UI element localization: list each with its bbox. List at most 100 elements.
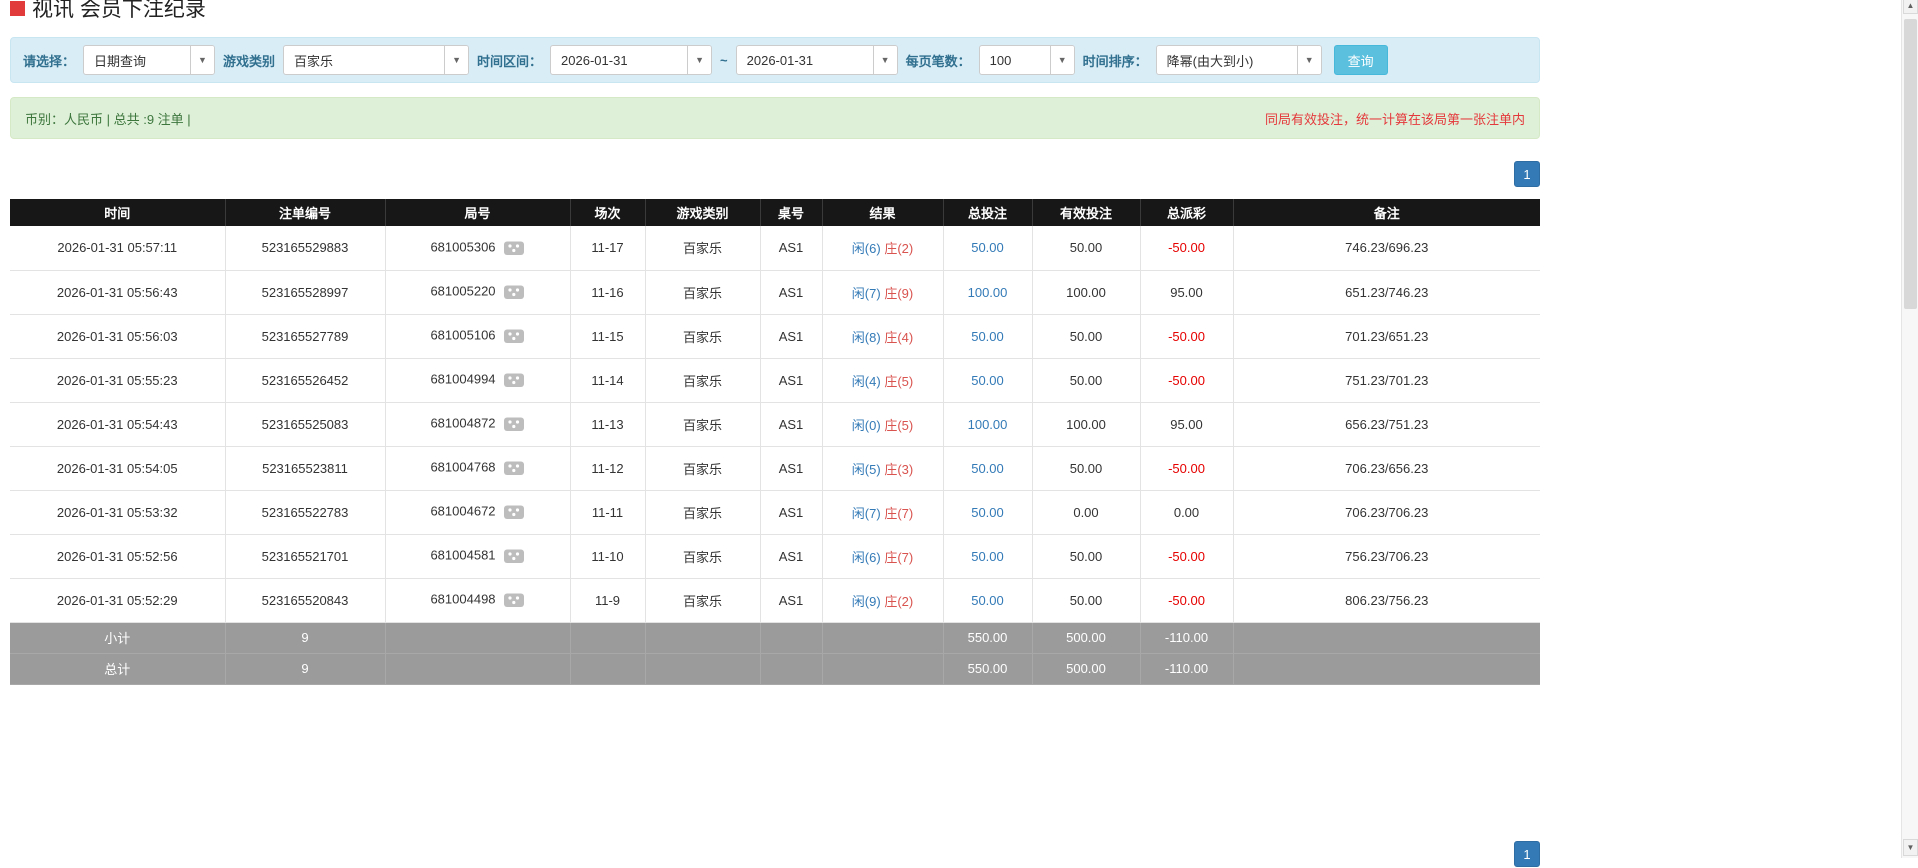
cell-payout: -50.00 <box>1139 314 1234 359</box>
total-bet-link[interactable]: 50.00 <box>971 549 1004 564</box>
cell-table-no: AS1 <box>759 314 823 359</box>
total-row-cell-session <box>569 652 646 685</box>
cell-valid-bet: 0.00 <box>1031 490 1141 535</box>
cell-bet-id: 523165529883 <box>224 226 386 271</box>
filter-bar: 请选择： 日期查询 ▼ 游戏类别 百家乐 ▼ 时间区间： 2026-01-31 … <box>10 37 1540 83</box>
round-video-icon[interactable] <box>503 547 525 565</box>
table-row: 2026-01-31 05:56:43 523165528997 681005220… <box>10 270 1540 315</box>
cell-valid-bet: 100.00 <box>1031 402 1141 447</box>
result-player: 闲(6) <box>851 241 881 257</box>
currency-summary-text: 币别：人民币 | 总共 :9 注单 | <box>25 111 191 127</box>
table-row: 2026-01-31 05:52:56 523165521701 681004581… <box>10 534 1540 579</box>
round-id-text: 681005106 <box>430 327 496 343</box>
summary-bar: 币别：人民币 | 总共 :9 注单 | 同局有效投注，统一计算在该局第一张注单内 <box>10 97 1540 139</box>
total-row-cell-payout: -110.00 <box>1139 652 1234 685</box>
round-id-text: 681005220 <box>430 283 496 299</box>
result-banker: 庄(7) <box>884 505 914 521</box>
round-id-text: 681004872 <box>430 415 496 431</box>
table-row: 2026-01-31 05:52:29 523165520843 681004498… <box>10 578 1540 623</box>
cell-result: 闲(6) 庄(7) <box>821 534 944 579</box>
cell-table-no: AS1 <box>759 402 823 447</box>
subtotal-row-cell-valid-bet: 500.00 <box>1031 621 1141 654</box>
result-banker: 庄(9) <box>884 285 914 301</box>
subtotal-row-cell-total-bet: 550.00 <box>942 621 1033 654</box>
round-video-icon[interactable] <box>503 371 525 389</box>
cell-time: 2026-01-31 05:52:56 <box>10 534 226 579</box>
cell-time: 2026-01-31 05:56:03 <box>10 314 226 359</box>
round-video-icon[interactable] <box>503 415 525 433</box>
date-from-dropdown[interactable]: 2026-01-31 ▼ <box>550 45 713 75</box>
per-page-dropdown[interactable]: 100 ▼ <box>978 45 1075 75</box>
cell-result: 闲(5) 庄(3) <box>821 446 944 491</box>
round-video-icon[interactable] <box>503 591 525 609</box>
cell-bet-id: 523165523811 <box>224 446 386 491</box>
game-type-dropdown[interactable]: 百家乐 ▼ <box>283 45 470 75</box>
total-bet-link[interactable]: 50.00 <box>971 240 1004 255</box>
scroll-down-icon[interactable]: ▼ <box>1903 839 1918 856</box>
total-row-cell-total-bet: 550.00 <box>942 652 1033 685</box>
total-bet-link[interactable]: 50.00 <box>971 329 1004 344</box>
cell-round-id: 681005106 <box>384 314 571 359</box>
cell-payout: -50.00 <box>1139 226 1234 271</box>
cell-session: 11-16 <box>569 270 646 315</box>
page-button-1[interactable]: 1 <box>1514 161 1540 187</box>
column-header-valid-bet: 有效投注 <box>1032 199 1141 226</box>
page-title: 视讯 会员下注纪录 <box>10 0 1540 23</box>
payout-value: -50.00 <box>1168 240 1205 256</box>
cell-game-type: 百家乐 <box>644 490 761 535</box>
cell-table-no: AS1 <box>759 446 823 491</box>
cell-valid-bet: 50.00 <box>1031 358 1141 403</box>
cell-note: 701.23/651.23 <box>1232 314 1540 359</box>
total-row-cell-note <box>1232 652 1540 685</box>
cell-time: 2026-01-31 05:55:23 <box>10 358 226 403</box>
table-row: 2026-01-31 05:53:32 523165522783 681004672… <box>10 490 1540 535</box>
notice-text: 同局有效投注，统一计算在该局第一张注单内 <box>1264 111 1525 127</box>
cell-bet-id: 523165525083 <box>224 402 386 447</box>
search-button[interactable]: 查询 <box>1333 45 1388 75</box>
round-id-text: 681004768 <box>430 459 496 475</box>
cell-result: 闲(6) 庄(2) <box>821 226 944 271</box>
page-button-1[interactable]: 1 <box>1514 841 1540 867</box>
total-bet-link[interactable]: 100.00 <box>968 417 1008 432</box>
round-video-icon[interactable] <box>503 283 525 301</box>
caret-down-icon: ▼ <box>872 46 897 74</box>
cell-game-type: 百家乐 <box>644 226 761 271</box>
cell-game-type: 百家乐 <box>644 314 761 359</box>
vertical-scrollbar[interactable]: ▲ ▼ <box>1901 0 1918 858</box>
total-bet-link[interactable]: 50.00 <box>971 373 1004 388</box>
cell-session: 11-14 <box>569 358 646 403</box>
subtotal-row: 小计 9 550.00 500.00 -110.00 <box>10 621 1540 654</box>
cell-result: 闲(9) 庄(2) <box>821 578 944 623</box>
result-banker: 庄(3) <box>884 461 914 477</box>
subtotal-row-cell-game-type <box>644 621 761 654</box>
cell-table-no: AS1 <box>759 534 823 579</box>
total-bet-link[interactable]: 100.00 <box>968 285 1008 300</box>
total-bet-link[interactable]: 50.00 <box>971 505 1004 520</box>
total-bet-link[interactable]: 50.00 <box>971 593 1004 608</box>
sort-order-dropdown[interactable]: 降幂(由大到小) ▼ <box>1155 45 1322 75</box>
cell-round-id: 681004872 <box>384 402 571 447</box>
cell-valid-bet: 50.00 <box>1031 446 1141 491</box>
scroll-up-icon[interactable]: ▲ <box>1903 0 1918 14</box>
round-video-icon[interactable] <box>503 327 525 345</box>
select-type-dropdown[interactable]: 日期查询 ▼ <box>83 45 216 75</box>
payout-value: -50.00 <box>1168 548 1205 564</box>
cell-time: 2026-01-31 05:54:05 <box>10 446 226 491</box>
date-to-dropdown[interactable]: 2026-01-31 ▼ <box>735 45 898 75</box>
subtotal-row-cell-round-id <box>384 621 571 654</box>
round-video-icon[interactable] <box>503 503 525 521</box>
select-type-label: 请选择： <box>23 53 76 69</box>
cell-game-type: 百家乐 <box>644 402 761 447</box>
caret-down-icon: ▼ <box>190 46 215 74</box>
scrollbar-thumb[interactable] <box>1904 19 1917 309</box>
game-type-label: 游戏类别 <box>223 53 276 69</box>
table-footer: 小计 9 550.00 500.00 -110.00 总计 9 550.00 500.00 -11… <box>10 621 1540 685</box>
per-page-label: 每页笔数： <box>905 53 971 69</box>
cell-session: 11-17 <box>569 226 646 271</box>
round-video-icon[interactable] <box>503 459 525 477</box>
round-video-icon[interactable] <box>503 239 525 257</box>
total-bet-link[interactable]: 50.00 <box>971 461 1004 476</box>
cell-bet-id: 523165528997 <box>224 270 386 315</box>
cell-total-bet: 100.00 <box>942 402 1033 447</box>
cell-total-bet: 50.00 <box>942 534 1033 579</box>
